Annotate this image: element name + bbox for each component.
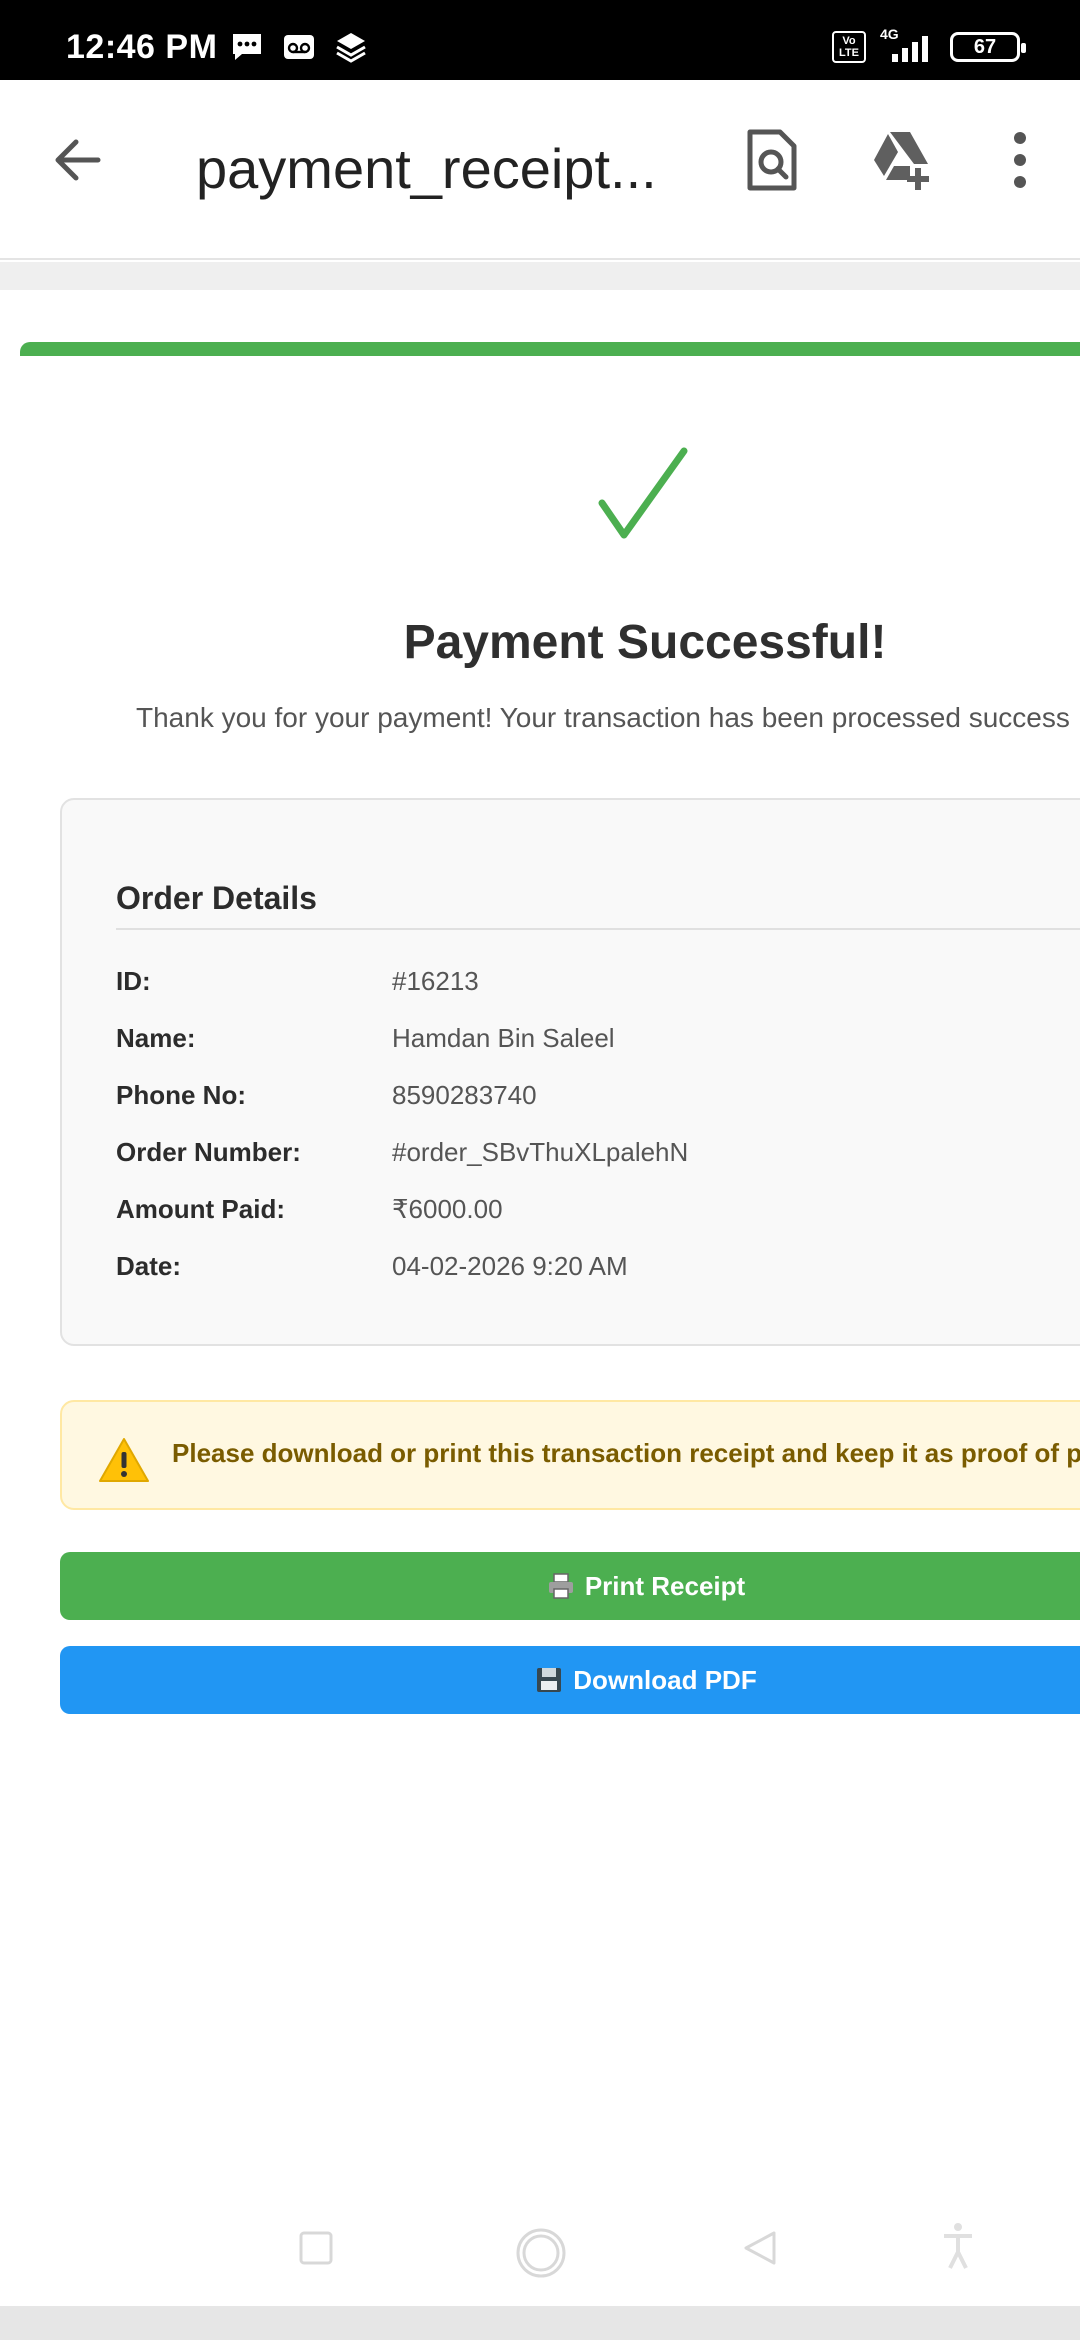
detail-label: Phone No:	[116, 1080, 246, 1110]
stack-notification-icon	[336, 33, 366, 63]
print-receipt-label: Print Receipt	[584, 1570, 746, 1601]
system-navigation-bar	[0, 2200, 1080, 2310]
divider	[116, 928, 1080, 930]
detail-value: #16213	[392, 966, 479, 996]
bottom-strip	[0, 2306, 1080, 2340]
signal-icon: 4G	[880, 26, 936, 64]
search-in-document-icon[interactable]	[736, 124, 808, 196]
detail-value: ₹6000.00	[392, 1194, 503, 1224]
detail-label: ID:	[116, 966, 151, 996]
status-time: 12:46 PM	[66, 28, 218, 66]
printer-icon	[548, 1573, 573, 1599]
back-arrow-icon[interactable]	[48, 130, 108, 190]
more-options-icon[interactable]	[984, 124, 1056, 196]
receipt-page: Payment Successful! Thank you for your p…	[0, 290, 1080, 2300]
checkmark-icon	[598, 447, 688, 539]
detail-value: 8590283740	[392, 1080, 537, 1110]
warning-icon	[99, 1438, 149, 1482]
voicemail-notification-icon	[284, 35, 314, 59]
order-details-heading: Order Details	[116, 880, 317, 916]
message-notification-icon	[233, 34, 261, 60]
battery-indicator: 67	[950, 32, 1026, 62]
home-icon[interactable]	[514, 2226, 568, 2280]
status-bar: 12:46 PM Vo LTE 4G 67	[0, 0, 1080, 80]
document-title: payment_receipt...	[196, 137, 657, 200]
order-details-card: Order Details ID: #16213 Name: Hamdan Bi…	[60, 798, 1080, 1346]
back-nav-icon[interactable]	[742, 2230, 778, 2266]
detail-label: Date:	[116, 1251, 182, 1281]
accessibility-icon[interactable]	[940, 2222, 976, 2270]
detail-label: Name:	[116, 1023, 196, 1053]
recent-apps-icon[interactable]	[298, 2230, 334, 2266]
add-to-drive-icon[interactable]	[866, 124, 938, 196]
detail-label: Amount Paid:	[116, 1194, 285, 1224]
detail-value: Hamdan Bin Saleel	[392, 1023, 615, 1053]
detail-label: Order Number:	[116, 1137, 301, 1167]
thanks-message: Thank you for your payment! Your transac…	[136, 702, 1070, 733]
page-separator	[0, 262, 1080, 290]
download-pdf-button[interactable]: Download PDF	[60, 1646, 1080, 1714]
detail-value: #order_SBvThuXLpalehN	[392, 1137, 689, 1167]
volte-badge: Vo LTE	[832, 31, 866, 63]
download-pdf-label: Download PDF	[573, 1664, 757, 1695]
warning-text: Please download or print this transactio…	[172, 1438, 1080, 1468]
warning-notice: Please download or print this transactio…	[60, 1400, 1080, 1510]
success-top-bar	[20, 342, 1080, 356]
detail-value: 04-02-2026 9:20 AM	[392, 1251, 628, 1281]
floppy-disk-icon	[537, 1668, 562, 1692]
success-title: Payment Successful!	[403, 616, 887, 669]
print-receipt-button[interactable]: Print Receipt	[60, 1552, 1080, 1620]
app-bar: payment_receipt...	[0, 80, 1080, 260]
